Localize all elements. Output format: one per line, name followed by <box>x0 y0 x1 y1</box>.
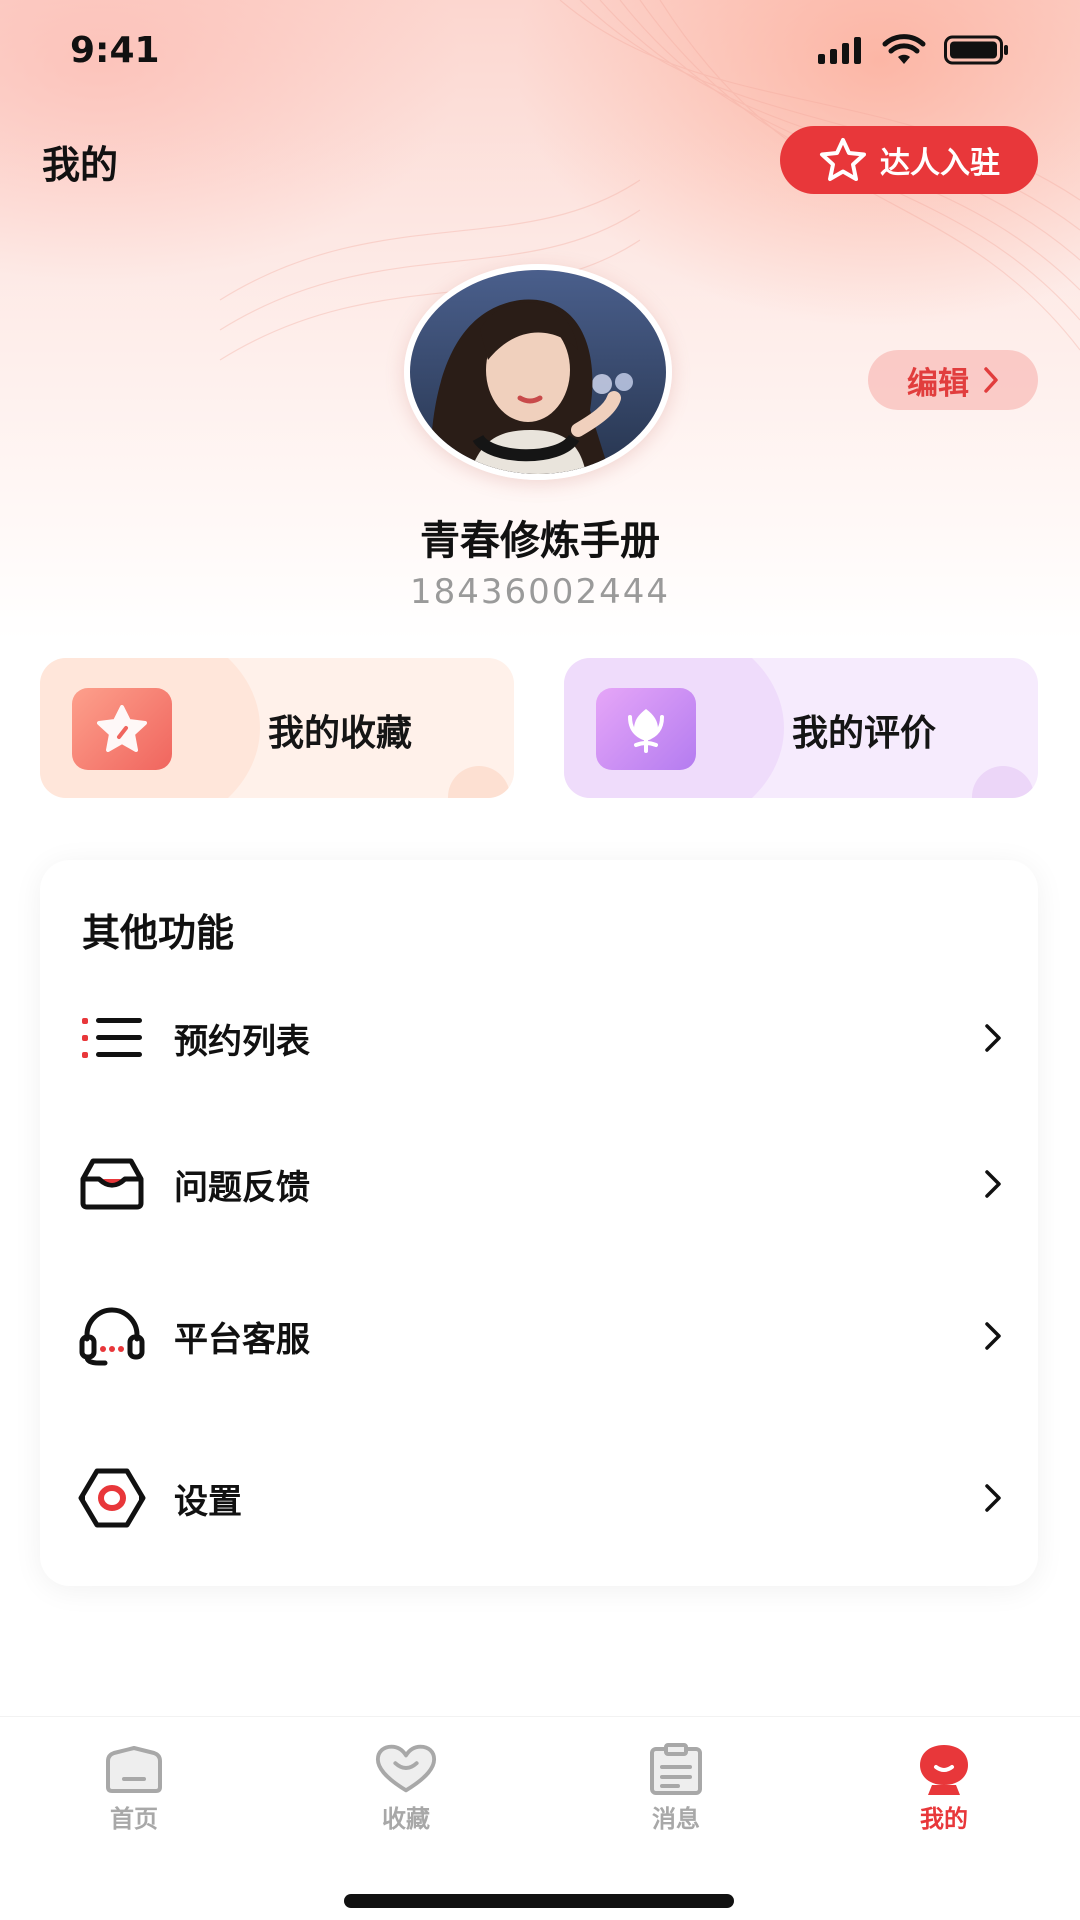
list-icon <box>76 1002 148 1074</box>
user-name: 青春修炼手册 <box>420 518 660 564</box>
avatar[interactable] <box>404 264 672 480</box>
tab-favorites[interactable]: 收藏 <box>336 1741 476 1851</box>
heart-icon <box>374 1741 438 1797</box>
chevron-right-icon <box>984 367 998 393</box>
star-outline-icon <box>820 138 866 181</box>
status-time: 9:41 <box>70 30 160 71</box>
become-creator-button[interactable]: 达人入驻 <box>780 126 1038 194</box>
page-title: 我的 <box>42 143 119 187</box>
home-indicator <box>344 1894 734 1908</box>
tab-label: 首页 <box>110 1805 158 1833</box>
chevron-right-icon <box>978 1316 1008 1356</box>
avatar-photo <box>410 270 666 474</box>
home-icon <box>102 1741 166 1797</box>
tab-home[interactable]: 首页 <box>64 1741 204 1851</box>
status-bar: 9:41 <box>0 0 1080 110</box>
star-icon <box>72 688 172 770</box>
menu-item-feedback[interactable]: 问题反馈 <box>40 1136 1038 1232</box>
clipboard-icon <box>644 1741 708 1797</box>
status-icons <box>818 34 1010 66</box>
menu-item-appointments[interactable]: 预约列表 <box>40 990 1038 1086</box>
become-creator-label: 达人入驻 <box>880 146 1000 181</box>
tab-label: 消息 <box>652 1805 700 1833</box>
chevron-right-icon <box>978 1478 1008 1518</box>
other-functions-card: 其他功能 预约列表 问题反馈 平台客服 设置 <box>40 860 1038 1586</box>
gear-icon <box>76 1462 148 1534</box>
signal-icon <box>818 37 861 64</box>
user-phone: 18436002444 <box>410 572 670 612</box>
my-reviews-label: 我的评价 <box>792 713 937 754</box>
card-decoration-dot <box>972 766 1034 798</box>
menu-item-label: 平台客服 <box>174 1319 310 1360</box>
my-favorites-card[interactable]: 我的收藏 <box>40 658 514 798</box>
wifi-icon <box>882 34 926 64</box>
edit-profile-button[interactable]: 编辑 <box>868 350 1038 410</box>
flower-icon <box>596 688 696 770</box>
bottom-tab-bar: 首页 收藏 消息 我的 <box>0 1716 1080 1920</box>
profile-icon <box>912 1741 976 1797</box>
battery-icon <box>944 35 1008 65</box>
menu-item-customer-service[interactable]: 平台客服 <box>40 1288 1038 1384</box>
my-favorites-label: 我的收藏 <box>268 713 413 754</box>
chevron-right-icon <box>978 1164 1008 1204</box>
edit-profile-label: 编辑 <box>907 365 969 402</box>
menu-item-label: 设置 <box>174 1481 242 1522</box>
chevron-right-icon <box>978 1018 1008 1058</box>
tab-profile[interactable]: 我的 <box>874 1741 1014 1851</box>
menu-item-settings[interactable]: 设置 <box>40 1450 1038 1546</box>
other-functions-title: 其他功能 <box>82 911 235 955</box>
menu-item-label: 问题反馈 <box>174 1167 310 1208</box>
tab-label: 收藏 <box>382 1805 430 1833</box>
tab-label: 我的 <box>920 1805 968 1833</box>
my-reviews-card[interactable]: 我的评价 <box>564 658 1038 798</box>
card-decoration-dot <box>448 766 510 798</box>
tab-messages[interactable]: 消息 <box>606 1741 746 1851</box>
menu-item-label: 预约列表 <box>174 1021 310 1062</box>
inbox-icon <box>76 1148 148 1220</box>
headset-icon <box>76 1300 148 1372</box>
